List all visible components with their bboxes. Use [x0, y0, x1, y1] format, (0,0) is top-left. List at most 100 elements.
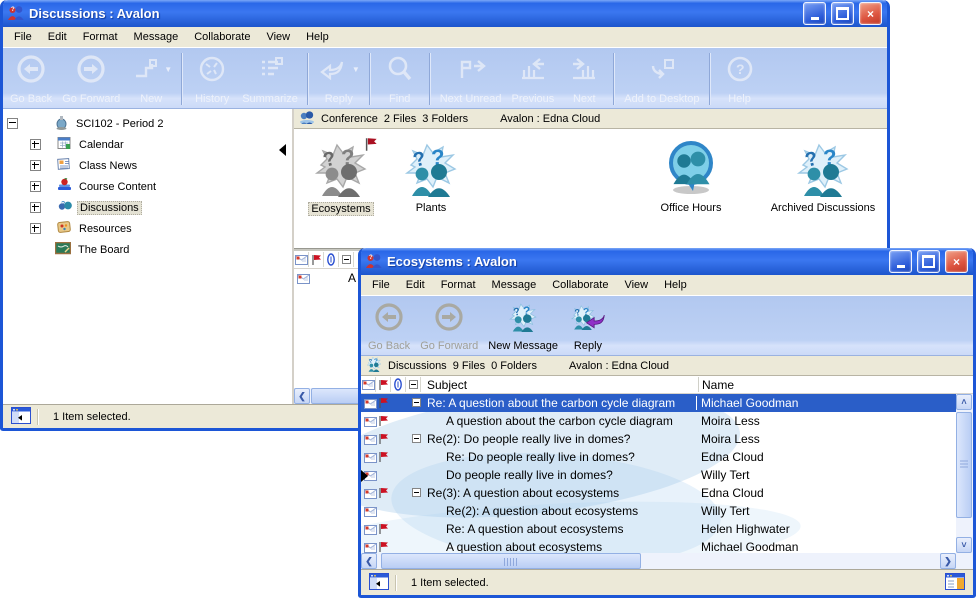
- titlebar-discussions[interactable]: ? Discussions : Avalon ×: [3, 0, 887, 27]
- tree-item-label[interactable]: Discussions: [77, 201, 142, 215]
- next-unread-button[interactable]: Next Unread: [435, 50, 507, 108]
- go-forward-button[interactable]: Go Forward: [415, 298, 483, 355]
- split-marker-icon[interactable]: [279, 144, 286, 156]
- scroll-right-icon[interactable]: ❯: [940, 553, 956, 569]
- tree-item-label[interactable]: Calendar: [76, 138, 127, 152]
- tree-item-discussions[interactable]: ? Discussions: [3, 199, 292, 216]
- menu-format[interactable]: Format: [75, 28, 126, 46]
- conference-item-office-hours[interactable]: Office Hours: [636, 141, 746, 214]
- paperclip-icon[interactable]: [391, 377, 406, 392]
- collapse-icon[interactable]: [7, 118, 18, 129]
- tree-item-calendar[interactable]: Calendar: [3, 136, 292, 153]
- collapse-icon[interactable]: [412, 486, 421, 500]
- conference-item-label[interactable]: Plants: [414, 202, 449, 214]
- pane-toggle-icon[interactable]: [11, 407, 31, 427]
- titlebar-ecosystems[interactable]: ? Ecosystems : Avalon ×: [361, 248, 973, 275]
- help-button[interactable]: ?Help: [715, 50, 765, 108]
- summarize-button[interactable]: Summarize: [237, 50, 303, 108]
- menu-message[interactable]: Message: [484, 276, 545, 294]
- next-button[interactable]: Next: [559, 50, 609, 108]
- view-toggle-icon[interactable]: [945, 573, 965, 593]
- thread-row[interactable]: A question about the carbon cycle diagra…: [361, 412, 973, 430]
- thread-row[interactable]: Re(2): A question about ecosystems Willy…: [361, 502, 973, 520]
- menu-view[interactable]: View: [616, 276, 656, 294]
- thread-row[interactable]: Re: A question about ecosystems Helen Hi…: [361, 520, 973, 538]
- menu-edit[interactable]: Edit: [40, 28, 75, 46]
- menu-edit[interactable]: Edit: [398, 276, 433, 294]
- collapse-all-icon[interactable]: [339, 252, 354, 267]
- envelope-icon[interactable]: [294, 252, 309, 267]
- thread-row[interactable]: Do people really live in domes? Willy Te…: [361, 466, 973, 484]
- menu-message[interactable]: Message: [126, 28, 187, 46]
- collapse-all-icon[interactable]: [406, 377, 421, 392]
- add-to-desktop-button[interactable]: Add to Desktop: [619, 50, 704, 108]
- tree-root[interactable]: SCI102 - Period 2: [3, 115, 292, 132]
- thread-row[interactable]: Re(2): Do people really live in domes? M…: [361, 430, 973, 448]
- menu-file[interactable]: File: [6, 28, 40, 46]
- menu-view[interactable]: View: [258, 28, 298, 46]
- menu-file[interactable]: File: [364, 276, 398, 294]
- pane-toggle-icon[interactable]: [369, 573, 389, 593]
- split-marker-icon[interactable]: [361, 470, 368, 482]
- scroll-left-icon[interactable]: ❮: [361, 553, 377, 569]
- expand-icon[interactable]: [30, 181, 41, 192]
- thread-row[interactable]: A question about ecosystems Michael Good…: [361, 538, 973, 553]
- expand-icon[interactable]: [30, 223, 41, 234]
- menu-format[interactable]: Format: [433, 276, 484, 294]
- vertical-scrollbar[interactable]: ˄ ˅: [956, 394, 973, 553]
- envelope-icon[interactable]: [361, 377, 376, 392]
- conference-item-label[interactable]: Archived Discussions: [769, 202, 878, 214]
- menu-help[interactable]: Help: [298, 28, 337, 46]
- tree-item-label[interactable]: Course Content: [76, 180, 159, 194]
- conference-item-label[interactable]: Office Hours: [659, 202, 724, 214]
- scroll-down-icon[interactable]: ˅: [956, 537, 972, 553]
- close-button[interactable]: ×: [859, 2, 882, 25]
- thread-row[interactable]: Re: Do people really live in domes? Edna…: [361, 448, 973, 466]
- collapse-icon[interactable]: [412, 432, 421, 446]
- tree-item-label[interactable]: Resources: [76, 222, 135, 236]
- dropdown-arrow-icon[interactable]: ▼: [164, 65, 172, 74]
- new-button[interactable]: ▼New: [125, 50, 177, 108]
- minimize-button[interactable]: [803, 2, 826, 25]
- conference-item-plants[interactable]: ? ? Plants: [376, 141, 486, 214]
- conference-item-archived-discussions[interactable]: ? ? Archived Discussions: [768, 141, 878, 214]
- reply-button[interactable]: ▼Reply: [313, 50, 365, 108]
- close-button[interactable]: ×: [945, 250, 968, 273]
- horizontal-scrollbar[interactable]: ❮ ❯: [361, 553, 973, 569]
- flag-icon[interactable]: [309, 252, 324, 267]
- conference-item-label[interactable]: Ecosystems: [308, 202, 373, 216]
- maximize-button[interactable]: [831, 2, 854, 25]
- dropdown-arrow-icon[interactable]: ▼: [352, 65, 360, 74]
- menu-collaborate[interactable]: Collaborate: [186, 28, 258, 46]
- previous-button[interactable]: Previous: [507, 50, 560, 108]
- expand-icon[interactable]: [30, 202, 41, 213]
- reply-button[interactable]: ? ? Reply: [563, 298, 613, 355]
- minimize-button[interactable]: [889, 250, 912, 273]
- tree-item-label[interactable]: Class News: [76, 159, 140, 173]
- tree-item-resources[interactable]: Resources: [3, 220, 292, 237]
- tree-item-the-board[interactable]: The Board: [3, 241, 292, 258]
- paperclip-icon[interactable]: [324, 252, 339, 267]
- history-button[interactable]: History: [187, 50, 237, 108]
- scroll-up-icon[interactable]: ˄: [956, 394, 972, 410]
- tree-root-label[interactable]: SCI102 - Period 2: [73, 117, 166, 131]
- expand-icon[interactable]: [30, 160, 41, 171]
- flag-icon[interactable]: [376, 377, 391, 392]
- collapse-icon[interactable]: [412, 396, 421, 410]
- scroll-left-icon[interactable]: ❮: [294, 388, 310, 404]
- find-button[interactable]: Find: [375, 50, 425, 108]
- tree-item-label[interactable]: The Board: [75, 243, 132, 257]
- thread-row[interactable]: Re: A question about the carbon cycle di…: [361, 394, 973, 412]
- name-column-header[interactable]: Name: [702, 378, 952, 392]
- menu-help[interactable]: Help: [656, 276, 695, 294]
- new-message-button[interactable]: ? ? New Message: [483, 298, 563, 355]
- thread-row[interactable]: Re(3): A question about ecosystems Edna …: [361, 484, 973, 502]
- expand-icon[interactable]: [30, 139, 41, 150]
- tree-item-course-content[interactable]: Course Content: [3, 178, 292, 195]
- maximize-button[interactable]: [917, 250, 940, 273]
- go-forward-button[interactable]: Go Forward: [57, 50, 125, 108]
- go-back-button[interactable]: Go Back: [363, 298, 415, 355]
- menu-collaborate[interactable]: Collaborate: [544, 276, 616, 294]
- go-back-button[interactable]: Go Back: [5, 50, 57, 108]
- tree-item-class-news[interactable]: Class News: [3, 157, 292, 174]
